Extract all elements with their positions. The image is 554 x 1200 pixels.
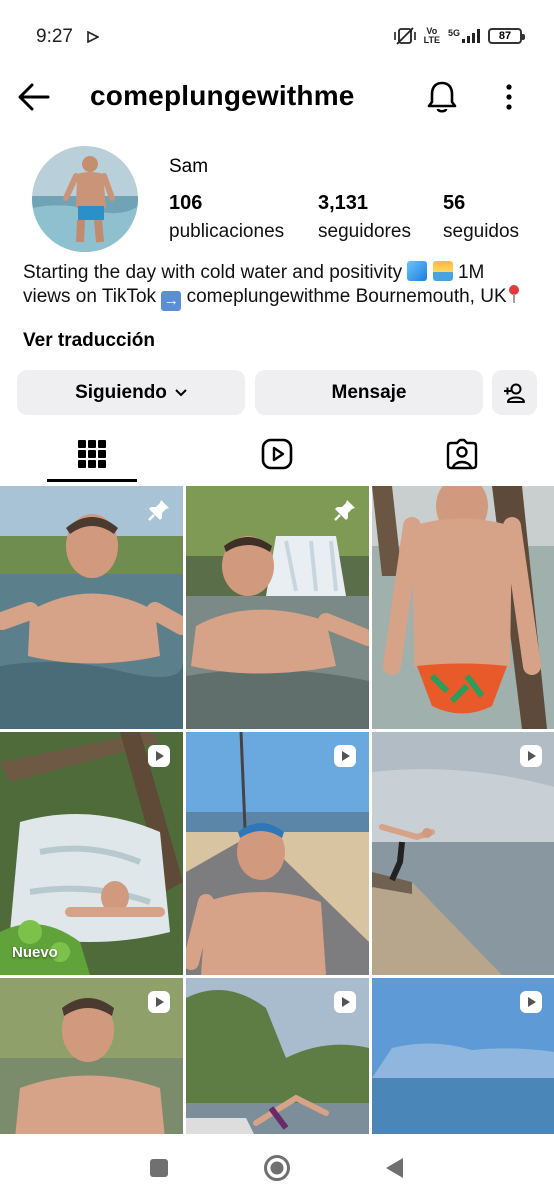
system-navigation-bar xyxy=(0,1134,554,1200)
profile-bio: Starting the day with cold water and pos… xyxy=(23,261,533,311)
reel-icon xyxy=(520,991,542,1013)
wave-emoji-icon xyxy=(407,261,428,281)
stat-following-label: seguidos xyxy=(443,221,520,242)
stat-following[interactable]: 56 seguidos xyxy=(443,192,519,243)
post-thumbnail xyxy=(186,486,369,729)
tab-posts-grid[interactable] xyxy=(0,425,184,483)
grid-post[interactable]: Nuevo xyxy=(0,732,183,975)
stat-following-value: 56 xyxy=(443,192,466,214)
reel-icon xyxy=(148,745,170,767)
grid-post[interactable] xyxy=(186,486,369,729)
location-pin-emoji-icon xyxy=(508,285,519,303)
stat-followers[interactable]: 3,131 seguidores xyxy=(318,192,411,243)
post-thumbnail xyxy=(0,732,183,975)
grid-post[interactable] xyxy=(372,978,554,1134)
tab-reels[interactable] xyxy=(185,425,369,483)
more-options-icon[interactable] xyxy=(496,80,522,114)
sunrise-emoji-icon xyxy=(432,261,453,281)
post-thumbnail xyxy=(0,486,183,729)
grid-post[interactable] xyxy=(372,732,554,975)
grid-post[interactable] xyxy=(0,486,183,729)
recent-apps-icon[interactable] xyxy=(145,1154,173,1182)
profile-header: comeplungewithme xyxy=(0,74,554,120)
right-arrow-emoji-icon: → xyxy=(161,291,182,311)
following-button-label: Siguiendo xyxy=(75,381,167,403)
following-button[interactable]: Siguiendo xyxy=(17,370,245,415)
volte-indicator: Vo LTE xyxy=(423,26,440,45)
active-tab-indicator xyxy=(47,479,137,482)
suggested-users-button[interactable] xyxy=(492,370,537,415)
pin-icon xyxy=(334,500,355,521)
profile-username: comeplungewithme xyxy=(90,80,355,111)
reel-icon xyxy=(334,745,356,767)
stat-posts[interactable]: 106 publicaciones xyxy=(169,192,284,243)
new-post-label: Nuevo xyxy=(12,944,58,961)
status-bar: 9:27 Vo LTE 5G 87 xyxy=(0,0,554,74)
grid-post[interactable] xyxy=(186,978,369,1134)
tab-tagged[interactable] xyxy=(370,425,554,483)
status-icons: Vo LTE 5G 87 xyxy=(393,24,525,48)
post-thumbnail xyxy=(372,732,554,975)
mute-vibrate-icon xyxy=(393,27,416,45)
see-translation-link[interactable]: Ver traducción xyxy=(23,330,155,352)
grid-post[interactable] xyxy=(0,978,183,1134)
back-arrow-icon[interactable] xyxy=(16,80,52,114)
stat-followers-label: seguidores xyxy=(318,221,411,242)
reels-icon xyxy=(261,438,293,470)
tagged-icon xyxy=(446,438,478,470)
grid-post[interactable] xyxy=(186,732,369,975)
home-icon[interactable] xyxy=(263,1154,291,1182)
avatar-image xyxy=(32,146,138,252)
chevron-down-icon xyxy=(175,388,187,396)
posts-grid: Nuevo xyxy=(0,486,554,1134)
signal-bars-icon xyxy=(462,29,480,43)
post-thumbnail xyxy=(372,486,554,729)
stat-posts-label: publicaciones xyxy=(169,221,285,242)
add-person-icon xyxy=(503,383,525,403)
back-triangle-icon[interactable] xyxy=(381,1154,409,1182)
grid-icon xyxy=(78,440,106,468)
stat-posts-value: 106 xyxy=(169,192,203,214)
notifications-bell-icon[interactable] xyxy=(424,78,460,116)
message-button[interactable]: Mensaje xyxy=(255,370,483,415)
message-button-label: Mensaje xyxy=(331,381,407,403)
post-thumbnail xyxy=(186,732,369,975)
profile-display-name: Sam xyxy=(169,156,209,177)
reel-icon xyxy=(334,991,356,1013)
profile-tabs xyxy=(0,425,554,483)
pin-icon xyxy=(148,500,169,521)
signal-indicator: 5G xyxy=(448,29,480,43)
play-store-notification-icon xyxy=(87,31,99,43)
reel-icon xyxy=(148,991,170,1013)
grid-post[interactable] xyxy=(372,486,554,729)
stat-followers-value: 3,131 xyxy=(318,192,369,214)
battery-indicator: 87 xyxy=(488,28,525,44)
reel-icon xyxy=(520,745,542,767)
status-time: 9:27 xyxy=(36,26,73,47)
profile-avatar[interactable] xyxy=(32,146,138,252)
